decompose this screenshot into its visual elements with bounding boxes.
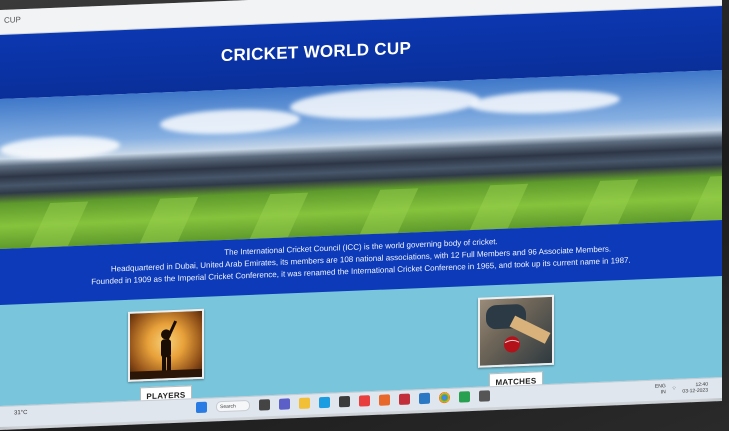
search-box[interactable]: Search	[216, 399, 250, 413]
region-code: IN	[660, 389, 666, 396]
vscode-icon[interactable]	[419, 392, 430, 405]
system-tray: ENG IN ⌔ 12:40 03-12-2023	[655, 382, 708, 396]
chat-icon[interactable]	[279, 398, 290, 410]
clock[interactable]: 12:40 03-12-2023	[682, 382, 708, 395]
language-indicator[interactable]: ENG IN	[655, 383, 666, 395]
store-icon[interactable]	[339, 395, 350, 408]
window-controls: — ☐ ✕	[652, 0, 716, 1]
search-label: Search	[220, 403, 236, 410]
app-icon[interactable]	[399, 393, 410, 405]
page-title: CRICKET WORLD CUP	[220, 38, 412, 66]
stadium-banner-image	[0, 70, 722, 249]
weather-widget[interactable]: 31°C	[14, 410, 27, 417]
windows-icon[interactable]	[196, 401, 207, 414]
cricket-ball-bat-image[interactable]	[478, 294, 554, 368]
batsman-silhouette-image[interactable]	[128, 308, 204, 382]
clock-date: 03-12-2023	[682, 387, 708, 395]
minimize-button[interactable]: —	[652, 0, 664, 1]
matches-card: MATCHES	[478, 294, 554, 393]
app-icon[interactable]	[459, 391, 470, 403]
weather-temp: 31°C	[14, 409, 28, 417]
window-title: CUP	[4, 15, 21, 25]
wifi-icon[interactable]: ⌔	[672, 386, 677, 392]
players-card: PLAYERS	[128, 308, 204, 407]
explorer-icon[interactable]	[299, 397, 310, 409]
edge-icon[interactable]	[319, 396, 330, 409]
app-icon[interactable]	[359, 395, 370, 407]
app-icon[interactable]	[379, 394, 390, 406]
app-icon[interactable]	[479, 390, 490, 402]
task-view-icon[interactable]	[259, 399, 270, 411]
chrome-icon[interactable]	[439, 391, 450, 404]
screen: CUP — ☐ ✕ CRICKET WORLD CUP The Internat…	[0, 0, 722, 430]
